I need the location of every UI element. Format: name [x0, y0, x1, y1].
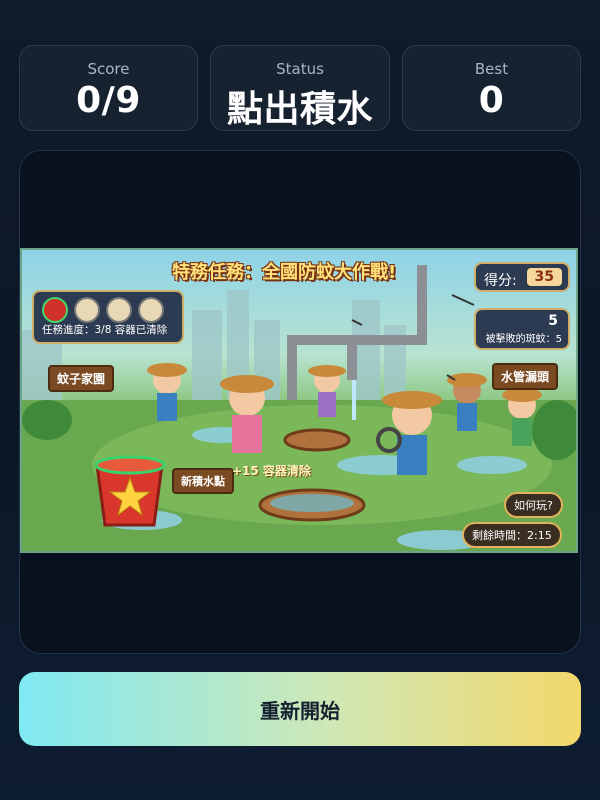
can-icon: [74, 297, 100, 323]
mission-title: 特務任務：全國防蚊大作戰!: [172, 262, 397, 283]
time-remaining: 剩餘時間：2:15: [462, 522, 562, 548]
scene-score-label: 得分:: [484, 273, 517, 289]
defeated-box: 5 被擊敗的斑蚊：5: [474, 308, 570, 350]
bucket-icon: [42, 297, 68, 323]
status-card: Status 點出積水: [210, 45, 390, 131]
sign-mosquito-home: 蚊子家園: [48, 365, 115, 392]
task-progress-text: 任務進度：3/8 容器已清除: [42, 324, 168, 336]
task-icons: [42, 297, 164, 323]
score-label: Score: [87, 60, 130, 78]
defeated-label: 被擊敗的斑蚊：5: [485, 334, 562, 345]
best-value: 0: [478, 80, 505, 121]
restart-button[interactable]: 重新開始: [19, 672, 581, 746]
bonus-popup: +15 容器清除: [232, 464, 311, 478]
best-label: Best: [474, 60, 509, 78]
how-to-play-button[interactable]: 如何玩?: [504, 492, 563, 518]
scene-score-box: 得分: 35: [474, 262, 570, 292]
status-label: Status: [276, 60, 324, 78]
sign-new-water: 新積水點: [172, 468, 234, 494]
task-progress-box: 任務進度：3/8 容器已清除: [32, 290, 184, 344]
score-card: Score 0/9: [19, 45, 198, 131]
bowl-icon: [106, 297, 132, 323]
score-value: 0/9: [76, 80, 141, 121]
status-value: 點出積水: [226, 89, 373, 130]
best-card: Best 0: [402, 45, 581, 131]
game-scene[interactable]: 特務任務：全國防蚊大作戰! 得分: 35 5 被擊敗的斑蚊：5 任務進度：3/8…: [20, 248, 578, 553]
tire-icon: [138, 297, 164, 323]
scene-score-value: 35: [526, 268, 562, 286]
defeated-count: 5: [548, 313, 558, 329]
sign-pipe-leak: 水管漏頭: [492, 363, 559, 390]
